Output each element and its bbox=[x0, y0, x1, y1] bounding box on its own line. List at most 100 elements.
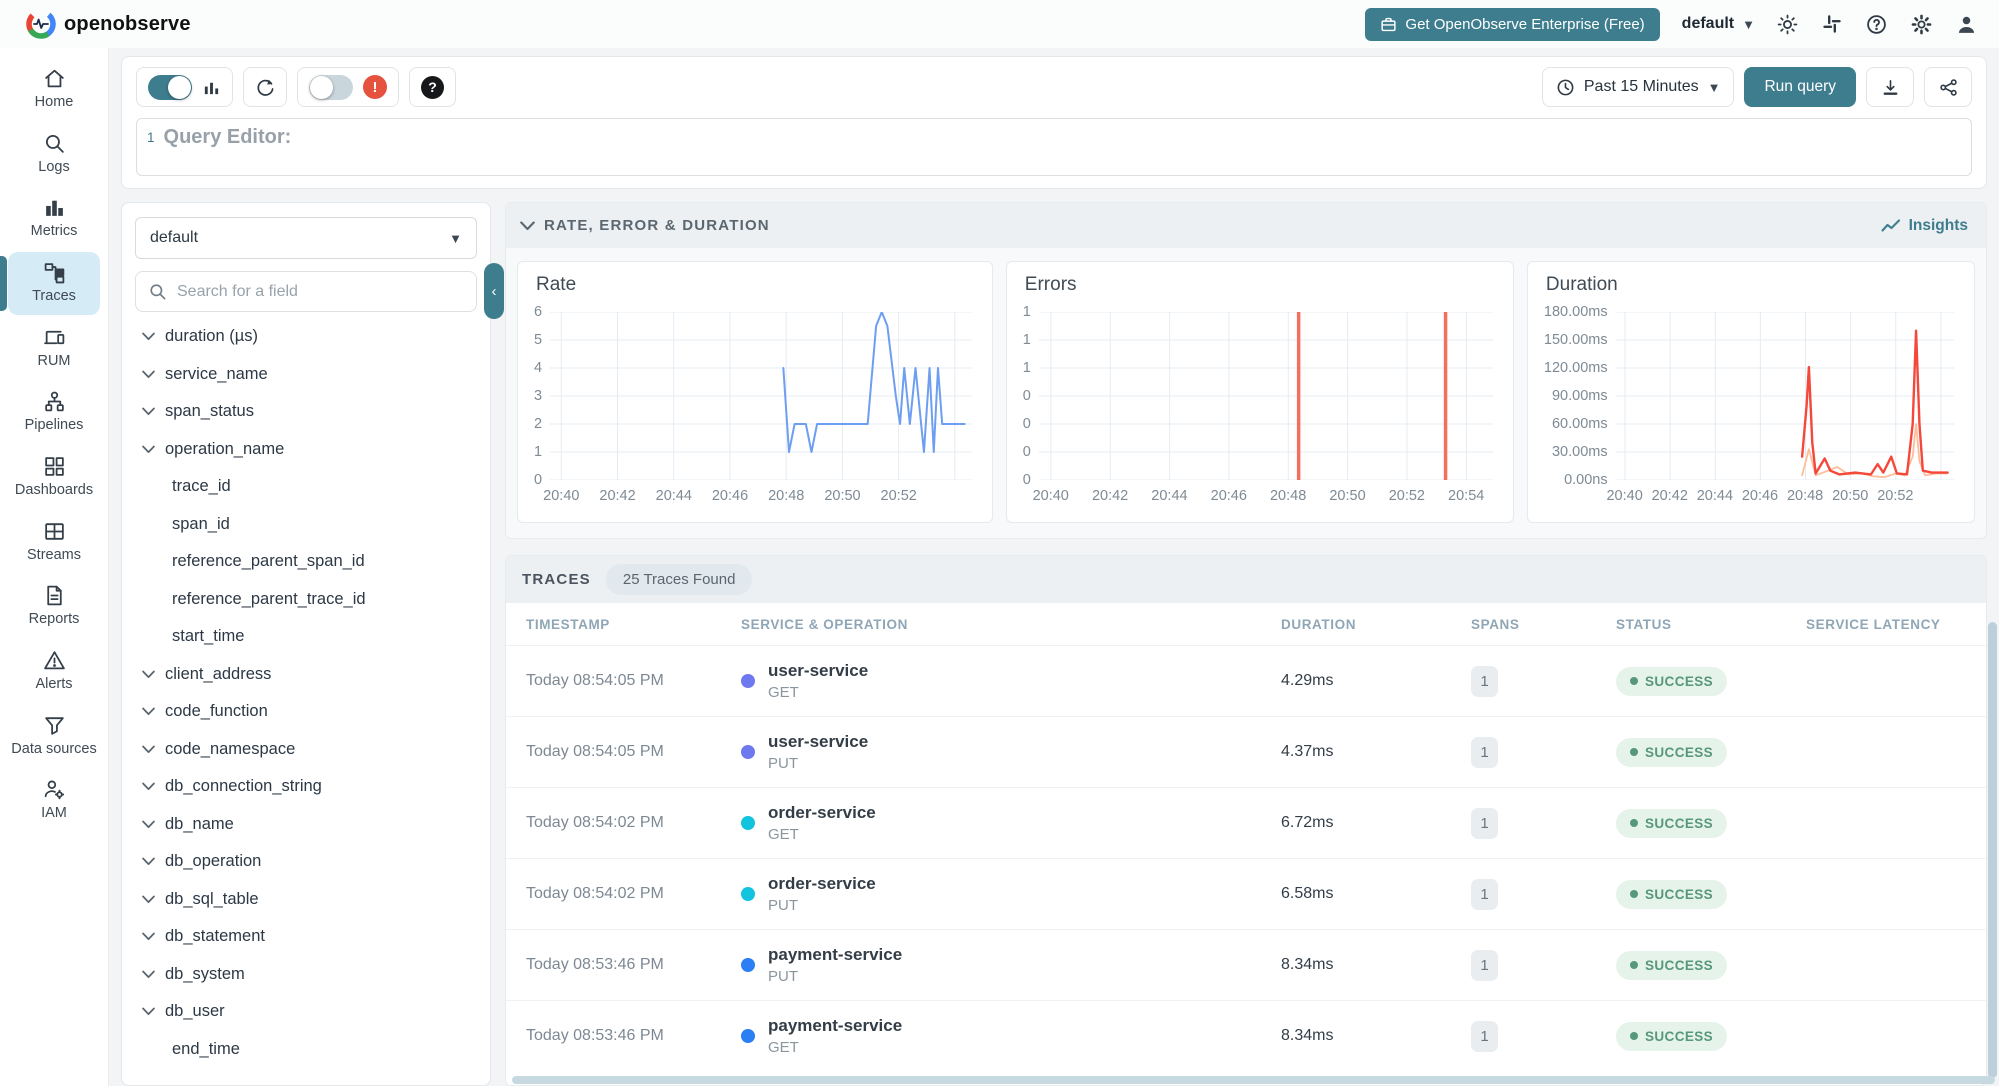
field-list-item[interactable]: span_id bbox=[135, 506, 477, 544]
operation-name: PUT bbox=[768, 897, 798, 914]
refresh-button[interactable] bbox=[255, 77, 275, 97]
field-list-item[interactable]: start_time bbox=[135, 618, 477, 656]
field-label: db_connection_string bbox=[165, 777, 322, 796]
traces-icon bbox=[44, 263, 64, 284]
sidebar-item-data-sources[interactable]: Data sources bbox=[8, 705, 100, 768]
insights-label: Insights bbox=[1908, 216, 1968, 234]
x-axis: 20:40 20:42 20:44 20:46 20:48 20:50 20:52 20:54 bbox=[1032, 488, 1485, 504]
field-list-item[interactable]: db_name bbox=[135, 806, 477, 844]
status-dot-icon bbox=[1630, 961, 1638, 969]
settings-button[interactable] bbox=[1911, 14, 1932, 35]
field-list-item[interactable]: db_connection_string bbox=[135, 768, 477, 806]
histogram-toggle[interactable] bbox=[148, 74, 192, 100]
field-list-item[interactable]: duration (µs) bbox=[135, 318, 477, 356]
share-icon bbox=[1939, 78, 1957, 96]
trace-duration: 4.29ms bbox=[1281, 672, 1334, 689]
sidebar-item-pipelines[interactable]: Pipelines bbox=[8, 381, 100, 444]
status-label: SUCCESS bbox=[1645, 886, 1714, 902]
org-selector[interactable]: default ▼ bbox=[1682, 15, 1755, 33]
rate-chart-card[interactable]: Rate 6543210 20:40 20:42 20:44 20:46 20:48 20… bbox=[517, 261, 993, 523]
help-icon bbox=[1867, 14, 1886, 34]
status-label: SUCCESS bbox=[1645, 957, 1714, 973]
gear-icon bbox=[1911, 14, 1932, 34]
sidebar-item-reports[interactable]: Reports bbox=[8, 575, 100, 638]
field-list-item[interactable]: db_operation bbox=[135, 843, 477, 881]
field-list-item[interactable]: reference_parent_trace_id bbox=[135, 581, 477, 619]
duration-chart-card[interactable]: Duration 180.00ms 150.00ms 120.00ms 90.00ms… bbox=[1526, 261, 1976, 523]
service-name: payment-service bbox=[768, 1016, 903, 1035]
download-button[interactable] bbox=[1866, 67, 1914, 107]
field-list-item[interactable]: db_user bbox=[135, 993, 477, 1031]
time-range-picker[interactable]: Past 15 Minutes ▼ bbox=[1541, 67, 1735, 107]
y-axis: 6543210 bbox=[534, 304, 543, 488]
run-query-button[interactable]: Run query bbox=[1744, 67, 1856, 107]
trace-row[interactable]: Today 08:54:02 PM order-service PUT 6.58m… bbox=[506, 858, 1986, 929]
chevron-down-icon bbox=[142, 782, 155, 791]
query-editor[interactable]: 1 Query Editor: bbox=[136, 118, 1972, 176]
status-dot-icon bbox=[1630, 890, 1638, 898]
query-help-button[interactable]: ? bbox=[421, 75, 444, 99]
chevron-down-icon bbox=[142, 745, 155, 753]
field-search-input[interactable] bbox=[177, 282, 464, 301]
field-list-item[interactable]: db_sql_table bbox=[135, 881, 477, 919]
field-list-item[interactable]: end_time bbox=[135, 1031, 477, 1069]
share-button[interactable] bbox=[1924, 67, 1972, 107]
field-list-item[interactable]: code_namespace bbox=[135, 731, 477, 769]
red-section-header[interactable]: RATE, ERROR & DURATION Insights bbox=[506, 203, 1986, 248]
sidebar-item-traces[interactable]: Traces bbox=[0, 252, 100, 315]
status-dot-icon bbox=[1630, 1032, 1638, 1040]
chevron-down-icon: ▼ bbox=[449, 230, 462, 246]
field-list-item[interactable]: reference_parent_span_id bbox=[135, 543, 477, 581]
clock-icon bbox=[1557, 79, 1574, 95]
field-list-item[interactable]: operation_name bbox=[135, 431, 477, 469]
sidebar-item-rum[interactable]: RUM bbox=[8, 317, 100, 380]
col-duration: DURATION bbox=[1281, 616, 1357, 632]
results-area: RATE, ERROR & DURATION Insights Rate 654… bbox=[505, 202, 1987, 1086]
sidebar-item-streams[interactable]: Streams bbox=[8, 511, 100, 574]
field-list-item[interactable]: trace_id bbox=[135, 468, 477, 506]
field-label: db_system bbox=[165, 964, 245, 983]
sidebar-item-metrics[interactable]: Metrics bbox=[8, 187, 100, 250]
sidebar-item-dashboards[interactable]: Dashboards bbox=[8, 446, 100, 509]
user-menu-button[interactable] bbox=[1956, 14, 1977, 35]
horizontal-scrollbar[interactable] bbox=[512, 1076, 1995, 1084]
chart-canvas bbox=[1039, 312, 1493, 480]
field-list-item[interactable]: db_system bbox=[135, 956, 477, 994]
sidebar-item-logs[interactable]: Logs bbox=[8, 123, 100, 186]
theme-toggle-button[interactable] bbox=[1777, 14, 1798, 35]
trace-row[interactable]: Today 08:54:02 PM order-service GET 6.72m… bbox=[506, 787, 1986, 858]
stream-selector[interactable]: default ▼ bbox=[135, 217, 477, 259]
vertical-scrollbar[interactable] bbox=[1988, 622, 1997, 1078]
traces-count-badge: 25 Traces Found bbox=[605, 564, 753, 595]
service-name: order-service bbox=[768, 803, 876, 822]
chevron-down-icon bbox=[142, 895, 155, 903]
errors-chart-card[interactable]: Errors 1110000 20:40 20:42 20:44 20:46 20:48… bbox=[1005, 261, 1514, 523]
spans-count-chip: 1 bbox=[1471, 878, 1498, 910]
editor-placeholder: Query Editor: bbox=[163, 126, 292, 148]
collapse-fields-button[interactable]: ‹ bbox=[484, 263, 504, 319]
rate-chart-plot bbox=[550, 312, 972, 480]
service-color-dot bbox=[741, 958, 755, 972]
field-list-item[interactable]: client_address bbox=[135, 656, 477, 694]
sidebar-item-alerts[interactable]: Alerts bbox=[8, 640, 100, 703]
trace-row[interactable]: Today 08:53:46 PM payment-service GET 8.3… bbox=[506, 1000, 1986, 1071]
field-list-item[interactable]: code_function bbox=[135, 693, 477, 731]
help-button[interactable] bbox=[1866, 14, 1887, 35]
sql-mode-toggle[interactable] bbox=[309, 74, 353, 100]
service-color-dot bbox=[741, 745, 755, 759]
col-service-latency: SERVICE LATENCY bbox=[1806, 616, 1941, 632]
trace-row[interactable]: Today 08:54:05 PM user-service GET 4.29ms… bbox=[506, 645, 1986, 716]
insights-button[interactable]: Insights bbox=[1881, 217, 1968, 235]
field-list-item[interactable]: db_statement bbox=[135, 918, 477, 956]
field-list-item[interactable]: service_name bbox=[135, 356, 477, 394]
operation-name: GET bbox=[768, 1039, 799, 1056]
field-list-item[interactable]: span_status bbox=[135, 393, 477, 431]
trace-row[interactable]: Today 08:54:05 PM user-service PUT 4.37ms… bbox=[506, 716, 1986, 787]
sidebar-item-home[interactable]: Home bbox=[8, 58, 100, 121]
sidebar-item-iam[interactable]: IAM bbox=[8, 769, 100, 832]
status-badge: SUCCESS bbox=[1616, 950, 1728, 980]
trace-timestamp: Today 08:54:05 PM bbox=[526, 672, 664, 689]
slack-button[interactable] bbox=[1822, 14, 1842, 34]
trace-row[interactable]: Today 08:53:46 PM payment-service PUT 8.3… bbox=[506, 929, 1986, 1000]
get-enterprise-button[interactable]: Get OpenObserve Enterprise (Free) bbox=[1365, 7, 1660, 41]
